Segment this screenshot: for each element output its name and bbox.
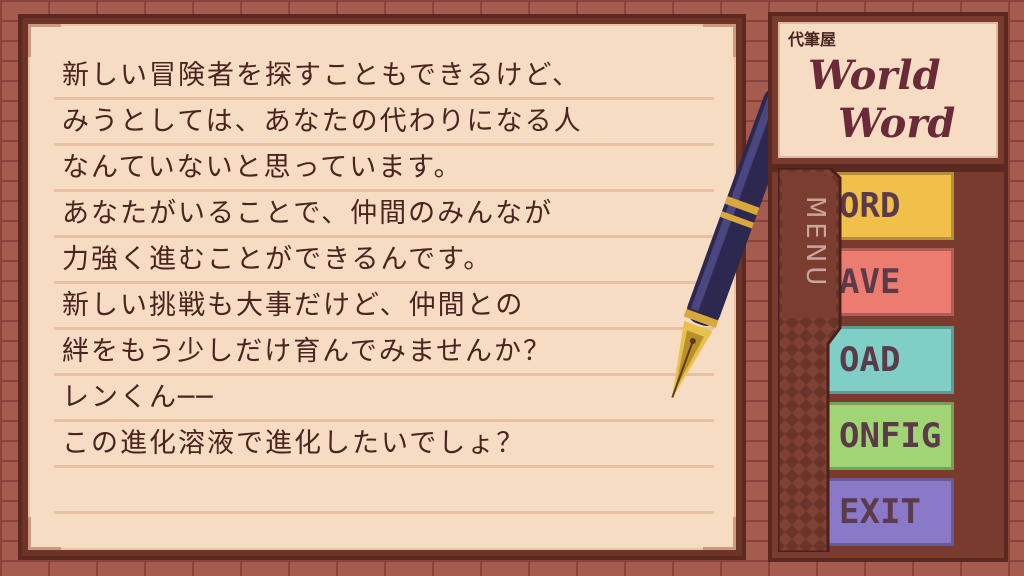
letter-line: みうとしては、あなたの代わりになる人 [54,100,714,146]
letter-line: あなたがいることで、仲間のみんなが [54,192,714,238]
corner-ornament [703,24,736,57]
corner-ornament [703,517,736,550]
shop-name: 代筆屋 [788,30,837,49]
letter-line: 絆をもう少しだけ育んでみませんか？ [54,330,714,376]
menu-label: MENU [800,196,830,290]
exit-label: EXIT [839,492,921,532]
letter-line: 新しい挑戦も大事だけど、仲間との [54,284,714,330]
letter-line: レンくん── [54,376,714,422]
letter-text-lines: 新しい冒険者を探すこともできるけど、 みうとしては、あなたの代わりになる人 なん… [54,54,714,514]
sign-title-line1: World [808,52,941,99]
letter-line: 力強く進むことができるんです。 [54,238,714,284]
letter-line: 新しい冒険者を探すこともできるけど、 [54,54,714,100]
sign-title-line2: Word [838,100,956,147]
load-label: OAD [839,340,901,380]
corner-ornament [28,517,61,550]
save-label: AVE [839,262,901,302]
letter-panel: 新しい冒険者を探すこともできるけど、 みうとしては、あなたの代わりになる人 なん… [18,14,746,560]
shop-sign: 代筆屋 World Word [768,12,1008,168]
letter-line: この進化溶液で進化したいでしょ？ [54,422,714,468]
record-label: ORD [839,186,901,226]
letter-line-empty [54,468,714,514]
config-label: ONFIG [839,416,942,456]
fountain-pen-icon [671,87,782,400]
corner-ornament [28,24,61,57]
letter-line: なんていないと思っています。 [54,146,714,192]
